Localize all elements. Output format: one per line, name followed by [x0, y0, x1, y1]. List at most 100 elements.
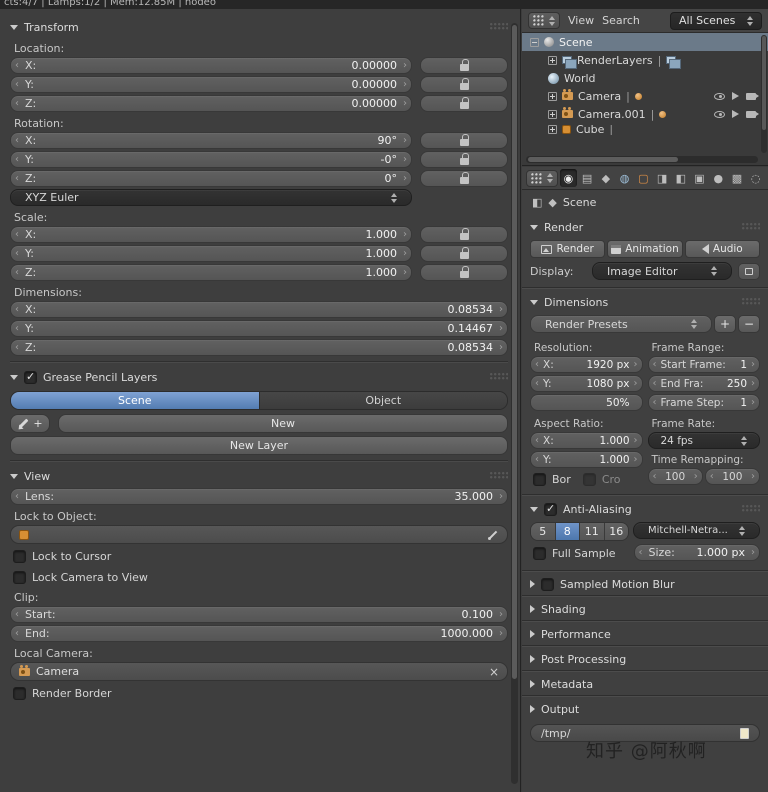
view-panel-header[interactable]: View — [10, 464, 508, 488]
grease-pencil-checkbox[interactable] — [24, 370, 37, 384]
tab-modifiers-icon[interactable]: ◧ — [672, 169, 689, 187]
decrement-arrow-icon[interactable] — [535, 433, 539, 448]
audio-button[interactable]: Audio — [684, 240, 760, 258]
expand-box-icon[interactable] — [548, 109, 557, 119]
dimensions-z-field[interactable]: Z: 0.08534 — [10, 339, 508, 356]
render-presets-dropdown[interactable]: Render Presets — [530, 315, 712, 333]
clip-end-field[interactable]: End: 1000.000 — [10, 625, 508, 642]
location-z-field[interactable]: Z: 0.00000 — [10, 95, 412, 112]
increment-arrow-icon[interactable] — [499, 626, 503, 641]
performance-header[interactable]: Performance — [522, 622, 768, 646]
expand-triangle-icon[interactable] — [530, 705, 535, 713]
expand-triangle-icon[interactable] — [530, 655, 535, 663]
location-x-lock-button[interactable] — [420, 57, 508, 74]
visibility-eye-icon[interactable] — [714, 92, 725, 100]
outliner-row-scene[interactable]: Scene — [522, 33, 768, 51]
lens-field[interactable]: Lens: 35.000 — [10, 488, 508, 505]
anti-aliasing-panel-header[interactable]: Anti-Aliasing — [530, 496, 760, 522]
time-remap-old-field[interactable]: 100 — [647, 468, 703, 485]
aspect-y-field[interactable]: Y: 1.000 — [530, 451, 643, 468]
end-frame-field[interactable]: End Fra: 250 — [647, 375, 760, 392]
metadata-header[interactable]: Metadata — [522, 672, 768, 696]
start-frame-field[interactable]: Start Frame: 1 — [647, 356, 760, 373]
panel-grip-icon[interactable] — [490, 23, 508, 31]
lock-camera-to-view-checkbox[interactable] — [13, 571, 26, 584]
lock-to-object-picker[interactable] — [10, 525, 508, 544]
clear-camera-icon[interactable]: × — [489, 665, 499, 679]
time-remap-new-field[interactable]: 100 — [704, 468, 760, 485]
resolution-percentage-field[interactable]: 50% — [530, 394, 643, 411]
motion-blur-checkbox[interactable] — [541, 577, 554, 591]
outliner-row-camera[interactable]: Camera | — [522, 87, 768, 105]
dimensions-panel-header[interactable]: Dimensions — [530, 289, 760, 315]
new-button[interactable]: New — [58, 414, 508, 433]
menu-view[interactable]: View — [568, 14, 594, 27]
decrement-arrow-icon[interactable] — [15, 265, 19, 280]
lock-to-cursor-checkbox[interactable] — [13, 550, 26, 563]
collapse-triangle-icon[interactable] — [10, 24, 18, 30]
panel-grip-icon[interactable] — [490, 472, 508, 480]
panel-grip-icon[interactable] — [742, 223, 760, 231]
panel-grip-icon[interactable] — [490, 373, 508, 381]
outliner-row-renderlayers[interactable]: RenderLayers | — [522, 51, 768, 69]
increment-arrow-icon[interactable] — [499, 489, 503, 504]
decrement-arrow-icon[interactable] — [15, 246, 19, 261]
aspect-x-field[interactable]: X: 1.000 — [530, 432, 643, 449]
tab-constraints-icon[interactable]: ◨ — [654, 169, 671, 187]
outliner-row-world[interactable]: World — [522, 69, 768, 87]
aa-sample-8-button[interactable]: 8 — [554, 523, 579, 540]
dimensions-y-field[interactable]: Y: 0.14467 — [10, 320, 508, 337]
decrement-arrow-icon[interactable] — [15, 340, 19, 355]
decrement-arrow-icon[interactable] — [639, 545, 643, 560]
transform-panel-header[interactable]: Transform — [10, 15, 508, 39]
frame-rate-dropdown[interactable]: 24 fps — [647, 432, 760, 449]
decrement-arrow-icon[interactable] — [653, 376, 657, 391]
increment-arrow-icon[interactable] — [403, 265, 407, 280]
outliner-row-cube[interactable]: Cube | — [522, 123, 768, 135]
collapse-triangle-icon[interactable] — [10, 473, 18, 479]
resolution-y-field[interactable]: Y: 1080 px — [530, 375, 643, 392]
render-border-checkbox[interactable] — [13, 687, 26, 700]
render-button[interactable]: Render — [530, 240, 606, 258]
aa-size-field[interactable]: Size: 1.000 px — [633, 544, 760, 561]
aa-sample-5-button[interactable]: 5 — [531, 523, 555, 540]
decrement-arrow-icon[interactable] — [710, 469, 714, 484]
rotation-x-lock-button[interactable] — [420, 132, 508, 149]
scale-z-field[interactable]: Z: 1.000 — [10, 264, 412, 281]
decrement-arrow-icon[interactable] — [15, 489, 19, 504]
expand-triangle-icon[interactable] — [530, 580, 535, 588]
decrement-arrow-icon[interactable] — [535, 452, 539, 467]
decrement-arrow-icon[interactable] — [15, 171, 19, 186]
decrement-arrow-icon[interactable] — [535, 357, 539, 372]
decrement-arrow-icon[interactable] — [15, 96, 19, 111]
rotation-mode-dropdown[interactable]: XYZ Euler — [10, 189, 412, 206]
renderability-camera-icon[interactable] — [746, 110, 759, 118]
increment-arrow-icon[interactable] — [499, 321, 503, 336]
tab-object[interactable]: Object — [258, 392, 507, 409]
rotation-y-lock-button[interactable] — [420, 151, 508, 168]
remove-preset-button[interactable]: − — [738, 315, 760, 333]
render-panel-header[interactable]: Render — [530, 214, 760, 240]
display-mode-dropdown[interactable]: Image Editor — [592, 262, 732, 280]
increment-arrow-icon[interactable] — [751, 469, 755, 484]
draw-new-stroke-button[interactable]: + — [10, 414, 50, 433]
increment-arrow-icon[interactable] — [403, 227, 407, 242]
shading-header[interactable]: Shading — [522, 597, 768, 621]
aa-sample-11-button[interactable]: 11 — [579, 523, 604, 540]
resolution-x-field[interactable]: X: 1920 px — [530, 356, 643, 373]
increment-arrow-icon[interactable] — [751, 395, 755, 410]
decrement-arrow-icon[interactable] — [15, 227, 19, 242]
decrement-arrow-icon[interactable] — [15, 321, 19, 336]
grease-pencil-panel-header[interactable]: Grease Pencil Layers — [10, 365, 508, 389]
tab-material-icon[interactable]: ● — [710, 169, 727, 187]
tab-scene[interactable]: Scene — [11, 392, 259, 409]
increment-arrow-icon[interactable] — [634, 357, 638, 372]
panel-grip-icon[interactable] — [742, 505, 760, 513]
increment-arrow-icon[interactable] — [499, 302, 503, 317]
outliner-display-mode-dropdown[interactable]: All Scenes — [670, 11, 762, 30]
collapse-triangle-icon[interactable] — [530, 224, 538, 230]
collapse-box-icon[interactable] — [530, 37, 539, 47]
increment-arrow-icon[interactable] — [751, 376, 755, 391]
collapse-triangle-icon[interactable] — [10, 374, 18, 380]
increment-arrow-icon[interactable] — [634, 433, 638, 448]
